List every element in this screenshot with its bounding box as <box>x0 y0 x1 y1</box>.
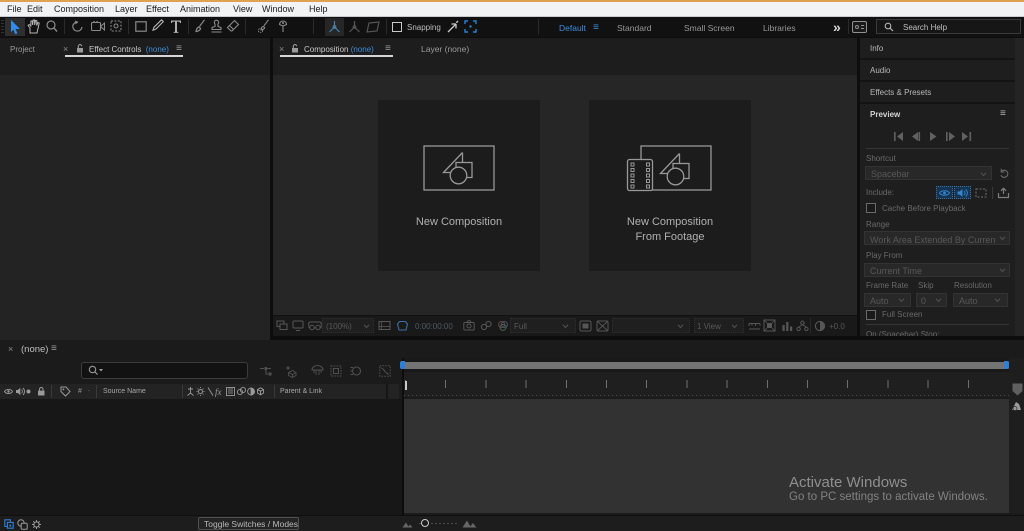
svg-text:fx: fx <box>215 387 222 397</box>
